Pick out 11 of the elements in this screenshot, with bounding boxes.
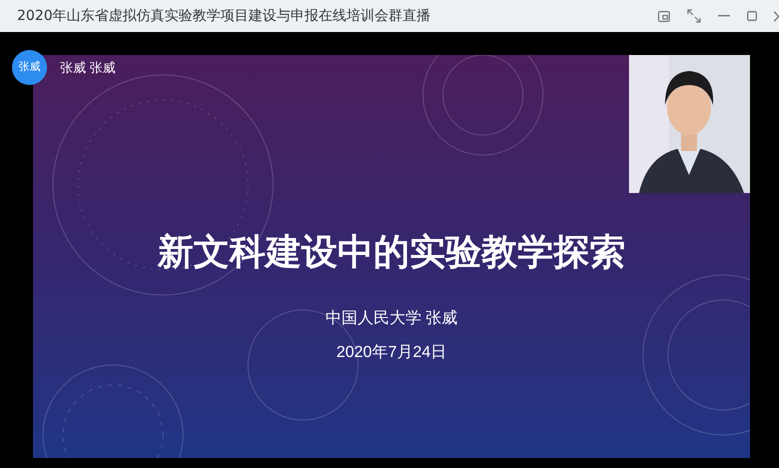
presenter-name: 张威 张威 [60, 59, 116, 77]
slide-subtitle: 中国人民大学 张威 [325, 308, 458, 329]
fullscreen-icon[interactable] [687, 9, 701, 23]
presenter-avatar: 张威 [12, 50, 47, 85]
slide-title: 新文科建设中的实验教学探索 [158, 230, 626, 274]
maximize-icon[interactable] [747, 11, 757, 21]
minimize-icon[interactable] [718, 15, 730, 17]
popout-icon[interactable] [658, 10, 670, 22]
close-icon[interactable] [774, 10, 779, 22]
slide-date: 2020年7月24日 [336, 343, 447, 363]
window-title: 2020年山东省虚拟仿真实验教学项目建设与申报在线培训会群直播 [17, 6, 431, 26]
